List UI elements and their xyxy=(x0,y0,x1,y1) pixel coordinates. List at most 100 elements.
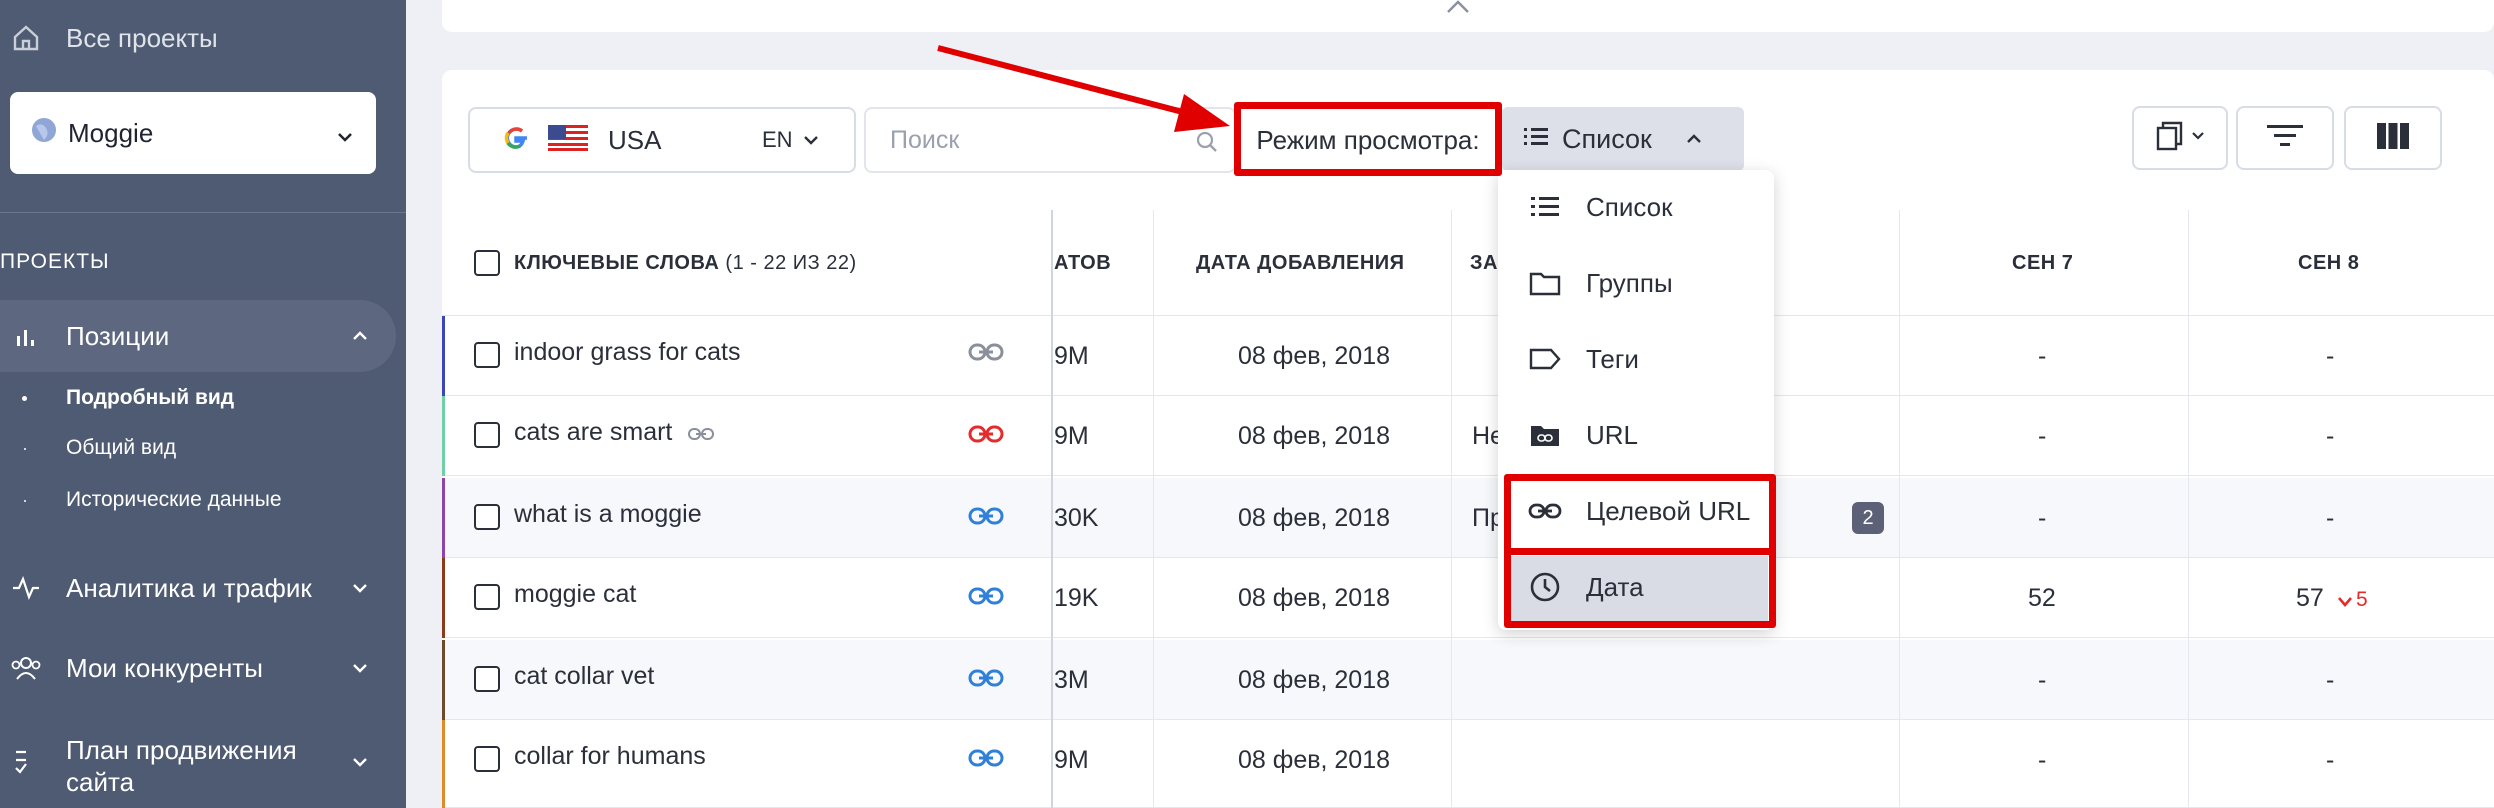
chevron-down-icon xyxy=(336,122,354,153)
link-blue-icon[interactable] xyxy=(968,746,1004,775)
menu-item-url-label: URL xyxy=(1586,419,1639,450)
sidebar-item-plan[interactable]: План продвижения сайта xyxy=(0,734,297,798)
sidebar: Все проекты Moggie ПРОЕКТЫ Позиции Подро… xyxy=(0,0,406,808)
link-red-icon[interactable] xyxy=(968,422,1004,451)
sep7-cell: - xyxy=(2038,666,2047,694)
keyword-cell: cat collar vet xyxy=(514,662,655,690)
date-cell: 08 фев, 2018 xyxy=(1238,746,1391,774)
table-row[interactable]: cats are smart 9M 08 фев, 2018 Не - - xyxy=(442,396,2494,476)
active-dot xyxy=(22,396,27,401)
bar-chart-icon xyxy=(8,318,44,354)
position-change: 5 xyxy=(2356,588,2368,611)
highlight-view-mode-label xyxy=(1234,102,1502,176)
sidebar-divider xyxy=(0,212,406,213)
country-label: USA xyxy=(608,124,662,155)
view-mode-dropdown[interactable]: Список xyxy=(1502,107,1744,171)
collapse-chevron-icon[interactable] xyxy=(1445,0,1471,19)
keyword-cell: what is a moggie xyxy=(514,500,702,528)
row-checkbox[interactable] xyxy=(474,584,500,610)
sep7-cell: - xyxy=(2038,746,2047,774)
column-divider xyxy=(1153,210,1154,808)
sidebar-sub-overview[interactable]: Общий вид xyxy=(66,436,176,460)
project-selector[interactable]: Moggie xyxy=(10,92,376,174)
link-blue-icon[interactable] xyxy=(968,666,1004,695)
sidebar-item-analytics[interactable]: Аналитика и трафик xyxy=(0,570,312,606)
row-checkbox[interactable] xyxy=(474,666,500,692)
sep8-cell: - xyxy=(2326,342,2335,370)
row-checkbox[interactable] xyxy=(474,504,500,530)
date-cell: 08 фев, 2018 xyxy=(1238,504,1391,532)
sidebar-sub-detailed[interactable]: Подробный вид xyxy=(66,386,234,410)
highlight-separator xyxy=(1504,548,1776,555)
annotation-arrow xyxy=(937,45,1230,132)
plan-label-line2: сайта xyxy=(66,767,135,797)
menu-item-url[interactable]: URL xyxy=(1528,418,1638,452)
menu-item-groups[interactable]: Группы xyxy=(1528,266,1673,300)
menu-item-list[interactable]: Список xyxy=(1528,190,1673,224)
us-flag-icon xyxy=(548,124,588,156)
activity-icon xyxy=(8,570,44,606)
inactive-dot xyxy=(24,500,26,502)
arrow-down-icon xyxy=(2338,594,2352,612)
chevron-down-icon xyxy=(802,131,820,154)
sidebar-item-positions[interactable]: Позиции xyxy=(0,318,169,354)
columns-button[interactable] xyxy=(2344,106,2442,170)
row-color-bar xyxy=(442,558,445,638)
link-gray-icon[interactable] xyxy=(968,340,1004,369)
row-checkbox[interactable] xyxy=(474,342,500,368)
chevron-down-icon xyxy=(350,752,370,777)
row-color-bar xyxy=(442,478,445,558)
analytics-label: Аналитика и трафик xyxy=(66,572,312,603)
sep8-cell: - xyxy=(2326,422,2335,450)
link-blue-icon[interactable] xyxy=(968,584,1004,613)
all-projects-link[interactable]: Все проекты xyxy=(0,20,218,56)
keyword-cell: cats are smart xyxy=(514,418,673,446)
sidebar-sub-history[interactable]: Исторические данные xyxy=(66,488,282,512)
results-header: АТОВ xyxy=(1054,252,1112,274)
table-row[interactable]: indoor grass for cats 9M 08 фев, 2018 - … xyxy=(442,316,2494,396)
date-cell: 08 фев, 2018 xyxy=(1238,666,1391,694)
sep8-cell: - xyxy=(2326,746,2335,774)
sep7-header: СЕН 7 xyxy=(2012,252,2074,274)
list-icon xyxy=(1524,126,1548,153)
plan-label-line1: План продвижения xyxy=(66,735,297,765)
country-language-selector[interactable]: USA EN xyxy=(468,107,856,173)
menu-item-tags[interactable]: Теги xyxy=(1528,342,1639,376)
table-row[interactable]: collar for humans 9M 08 фев, 2018 - - xyxy=(442,720,2494,808)
row-checkbox[interactable] xyxy=(474,422,500,448)
row-checkbox[interactable] xyxy=(474,746,500,772)
project-name: Moggie xyxy=(68,117,154,148)
sep7-cell: - xyxy=(2038,342,2047,370)
column-divider xyxy=(1899,210,1900,808)
results-cell: 9M xyxy=(1054,746,1089,774)
results-cell: 9M xyxy=(1054,422,1089,450)
menu-item-groups-label: Группы xyxy=(1586,267,1673,298)
table-row[interactable]: moggie cat 19K 08 фев, 2018 52 57 5 xyxy=(442,558,2494,638)
view-mode-value: Список xyxy=(1562,123,1652,154)
row-color-bar xyxy=(442,720,445,808)
chevron-up-icon[interactable] xyxy=(350,326,370,351)
columns-icon xyxy=(2377,122,2409,154)
folder-icon xyxy=(1528,266,1562,300)
count-badge: 2 xyxy=(1852,502,1884,534)
chevron-down-icon xyxy=(350,578,370,603)
home-icon xyxy=(8,20,44,56)
table-row[interactable]: what is a moggie 30K 08 фев, 2018 Пр 2 -… xyxy=(442,478,2494,558)
filter-button[interactable] xyxy=(2236,106,2334,170)
sep7-cell: 52 xyxy=(2028,584,2056,612)
competitors-label: Мои конкуренты xyxy=(66,652,263,683)
all-projects-label: Все проекты xyxy=(66,22,218,53)
select-all-checkbox[interactable] xyxy=(474,250,500,276)
link-folder-icon xyxy=(1528,418,1562,452)
date-cell: 08 фев, 2018 xyxy=(1238,584,1391,612)
chevron-down-icon xyxy=(2190,128,2206,149)
column-divider xyxy=(1451,210,1452,808)
keywords-header-label: КЛЮЧЕВЫЕ СЛОВА xyxy=(514,252,720,274)
results-cell: 9M xyxy=(1054,342,1089,370)
copy-menu-button[interactable] xyxy=(2132,106,2228,170)
sidebar-item-competitors[interactable]: Мои конкуренты xyxy=(0,650,263,686)
small-link-icon[interactable] xyxy=(688,426,714,447)
link-blue-icon[interactable] xyxy=(968,504,1004,533)
table-row[interactable]: cat collar vet 3M 08 фев, 2018 - - xyxy=(442,640,2494,720)
results-cell: 3M xyxy=(1054,666,1089,694)
